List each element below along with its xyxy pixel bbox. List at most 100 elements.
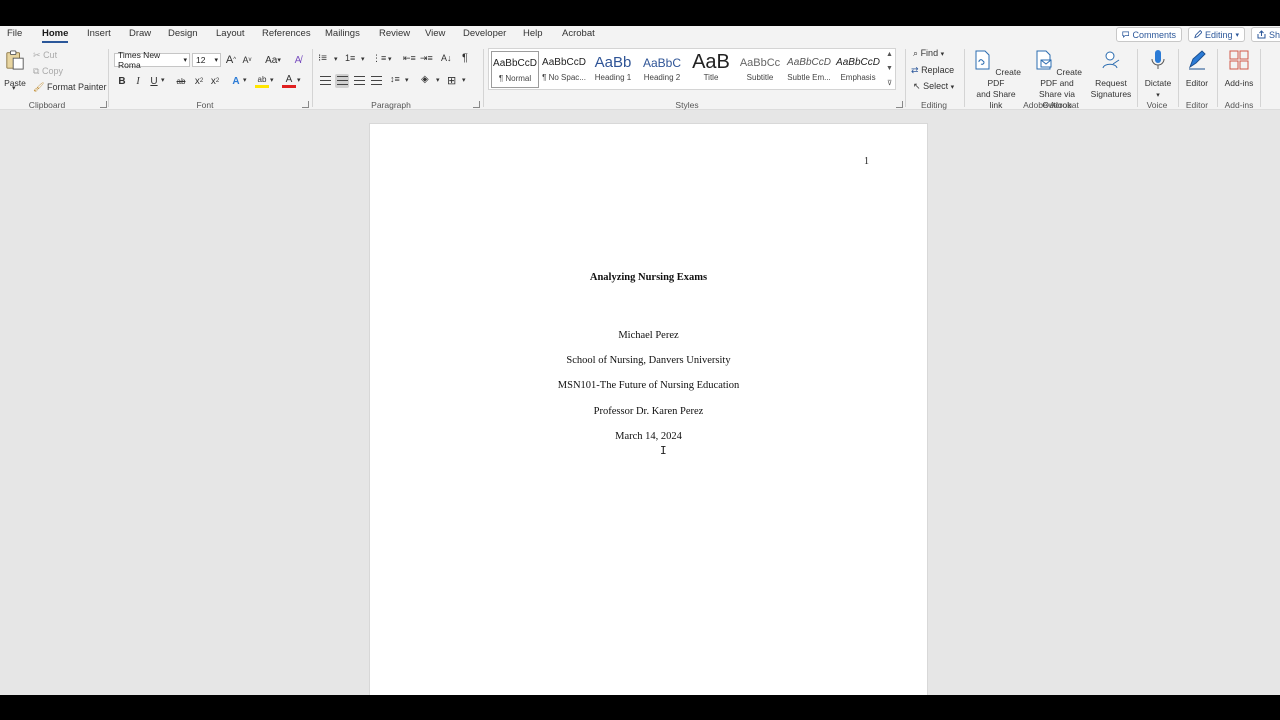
tab-help[interactable]: Help xyxy=(523,28,543,39)
align-center-button[interactable] xyxy=(335,74,349,88)
font-name-box[interactable]: Times New Roma ▾ xyxy=(114,50,190,70)
document-page[interactable]: 1 Analyzing Nursing Exams Michael Perez … xyxy=(369,123,928,695)
editor-button[interactable]: Editor xyxy=(1182,49,1212,89)
highlight-color-button[interactable]: ab xyxy=(255,74,269,88)
tab-design[interactable]: Design xyxy=(168,28,198,39)
chevron-down-icon: ▾ xyxy=(1156,92,1160,99)
font-launcher-icon[interactable] xyxy=(302,101,309,108)
chevron-down-icon[interactable]: ▾ xyxy=(361,55,365,63)
shading-button[interactable]: ◈ xyxy=(421,74,435,88)
font-size-box[interactable]: 12 ▾ xyxy=(192,53,221,67)
comments-button[interactable]: Comments xyxy=(1116,27,1182,42)
numbering-button[interactable]: 1≡ xyxy=(345,53,359,67)
clear-formatting-button[interactable]: A̸ xyxy=(291,53,305,67)
italic-button[interactable]: I xyxy=(131,74,145,88)
style-no-spacing[interactable]: AaBbCcD ¶ No Spac... xyxy=(540,51,588,88)
tab-home[interactable]: Home xyxy=(42,28,69,43)
chevron-down-icon[interactable]: ▾ xyxy=(388,55,392,63)
align-left-button[interactable] xyxy=(318,74,332,88)
line-spacing-button[interactable]: ↕≡ xyxy=(390,74,404,88)
increase-indent-button[interactable]: ⇥≡ xyxy=(420,53,434,67)
chevron-down-icon[interactable]: ▾ xyxy=(297,76,301,84)
subscript-button[interactable]: x2 xyxy=(192,74,206,88)
change-case-button[interactable]: Aa ▾ xyxy=(262,53,284,67)
sort-button[interactable]: A↓ xyxy=(441,53,455,67)
tab-review[interactable]: Review xyxy=(379,28,410,39)
request-signatures-button[interactable]: Request Signatures xyxy=(1090,49,1132,100)
find-button[interactable]: ⌕ Find ▾ xyxy=(913,48,944,59)
add-ins-button[interactable]: Add-ins xyxy=(1222,49,1256,89)
chevron-down-icon[interactable]: ▾ xyxy=(334,55,338,63)
styles-scrollbar[interactable]: ▲ ▼ ⊽ xyxy=(885,51,894,87)
bullets-button[interactable]: ⁝≡ xyxy=(318,53,332,67)
tab-layout[interactable]: Layout xyxy=(216,28,245,39)
strikethrough-button[interactable]: ab xyxy=(174,74,188,88)
tab-view[interactable]: View xyxy=(425,28,445,39)
chevron-down-icon[interactable]: ▾ xyxy=(462,76,466,84)
chevron-down-icon[interactable]: ▾ xyxy=(405,76,409,84)
chevron-down-icon[interactable]: ▾ xyxy=(270,76,274,84)
style-subtitle[interactable]: AaBbCc Subtitle xyxy=(736,51,784,88)
cut-button[interactable]: ✂ Cut xyxy=(33,50,57,61)
author-name[interactable]: Michael Perez xyxy=(370,330,927,341)
style-heading-1[interactable]: AaBb Heading 1 xyxy=(589,51,637,88)
chevron-down-icon[interactable]: ▾ xyxy=(243,76,247,84)
font-color-button[interactable]: A xyxy=(282,74,296,88)
shrink-font-button[interactable]: Av xyxy=(240,53,254,67)
select-button[interactable]: ↖ Select ▾ xyxy=(913,81,954,92)
format-painter-button[interactable]: 🖌 Format Painter xyxy=(33,82,106,93)
share-button[interactable]: Sha xyxy=(1251,27,1280,42)
justify-button[interactable] xyxy=(369,74,383,88)
paste-button[interactable]: Paste xyxy=(4,49,26,89)
chevron-down-icon[interactable]: ▾ xyxy=(161,76,165,84)
bold-button[interactable]: B xyxy=(115,74,129,88)
chevron-down-icon[interactable]: ▼ xyxy=(886,65,893,72)
paper-title[interactable]: Analyzing Nursing Exams xyxy=(370,272,927,283)
multilevel-list-button[interactable]: ⋮≡ xyxy=(372,53,386,67)
clipboard-group-label: Clipboard xyxy=(28,100,66,110)
comments-label: Comments xyxy=(1132,29,1176,40)
institution[interactable]: School of Nursing, Danvers University xyxy=(370,355,927,366)
style-label: Heading 2 xyxy=(643,73,681,82)
style-normal[interactable]: AaBbCcD ¶ Normal xyxy=(491,51,539,88)
tab-mailings[interactable]: Mailings xyxy=(325,28,360,39)
replace-button[interactable]: ⇄ Replace xyxy=(911,65,954,76)
copy-button[interactable]: ⧉ Copy xyxy=(33,66,63,77)
style-emphasis[interactable]: AaBbCcD Emphasis xyxy=(834,51,882,88)
clipboard-launcher-icon[interactable] xyxy=(100,101,107,108)
style-heading-2[interactable]: AaBbC Heading 2 xyxy=(638,51,686,88)
paragraph-launcher-icon[interactable] xyxy=(473,101,480,108)
tab-insert[interactable]: Insert xyxy=(87,28,111,39)
editing-mode-button[interactable]: Editing ▾ xyxy=(1188,27,1245,42)
chevron-down-icon[interactable]: ▾ xyxy=(12,84,16,92)
tab-acrobat[interactable]: Acrobat xyxy=(562,28,595,39)
chevron-up-icon[interactable]: ▲ xyxy=(886,51,893,58)
decrease-indent-button[interactable]: ⇤≡ xyxy=(403,53,417,67)
style-subtle-emphasis[interactable]: AaBbCcD Subtle Em... xyxy=(785,51,833,88)
tab-file[interactable]: File xyxy=(7,28,22,39)
borders-button[interactable]: ⊞ xyxy=(447,74,461,88)
grow-font-button[interactable]: A ^ xyxy=(224,53,238,67)
tab-references[interactable]: References xyxy=(262,28,311,39)
document-canvas[interactable]: 1 Analyzing Nursing Exams Michael Perez … xyxy=(0,110,1280,695)
ribbon-tab-bar: File Home Insert Draw Design Layout Refe… xyxy=(0,26,1280,45)
tab-draw[interactable]: Draw xyxy=(129,28,151,39)
tab-developer[interactable]: Developer xyxy=(463,28,506,39)
create-pdf-share-link-button[interactable]: Create PDF and Share link xyxy=(969,49,1023,111)
chevron-down-icon[interactable]: ▾ xyxy=(436,76,440,84)
show-formatting-button[interactable]: ¶ xyxy=(462,52,476,66)
style-title[interactable]: AaB Title xyxy=(687,51,735,88)
text-effects-button[interactable]: A xyxy=(229,74,243,88)
superscript-button[interactable]: x2 xyxy=(208,74,222,88)
style-sample: AaBbC xyxy=(642,56,682,70)
instructor-name[interactable]: Professor Dr. Karen Perez xyxy=(370,406,927,417)
course-name[interactable]: MSN101-The Future of Nursing Education xyxy=(370,380,927,391)
submission-date[interactable]: March 14, 2024 xyxy=(370,431,927,442)
dictate-button[interactable]: Dictate ▾ xyxy=(1142,49,1174,101)
underline-button[interactable]: U xyxy=(147,74,161,88)
styles-launcher-icon[interactable] xyxy=(896,101,903,108)
align-right-button[interactable] xyxy=(352,74,366,88)
dictate-label: Dictate xyxy=(1144,78,1172,88)
more-styles-icon[interactable]: ⊽ xyxy=(887,79,892,87)
pdf-link-icon xyxy=(975,50,990,70)
